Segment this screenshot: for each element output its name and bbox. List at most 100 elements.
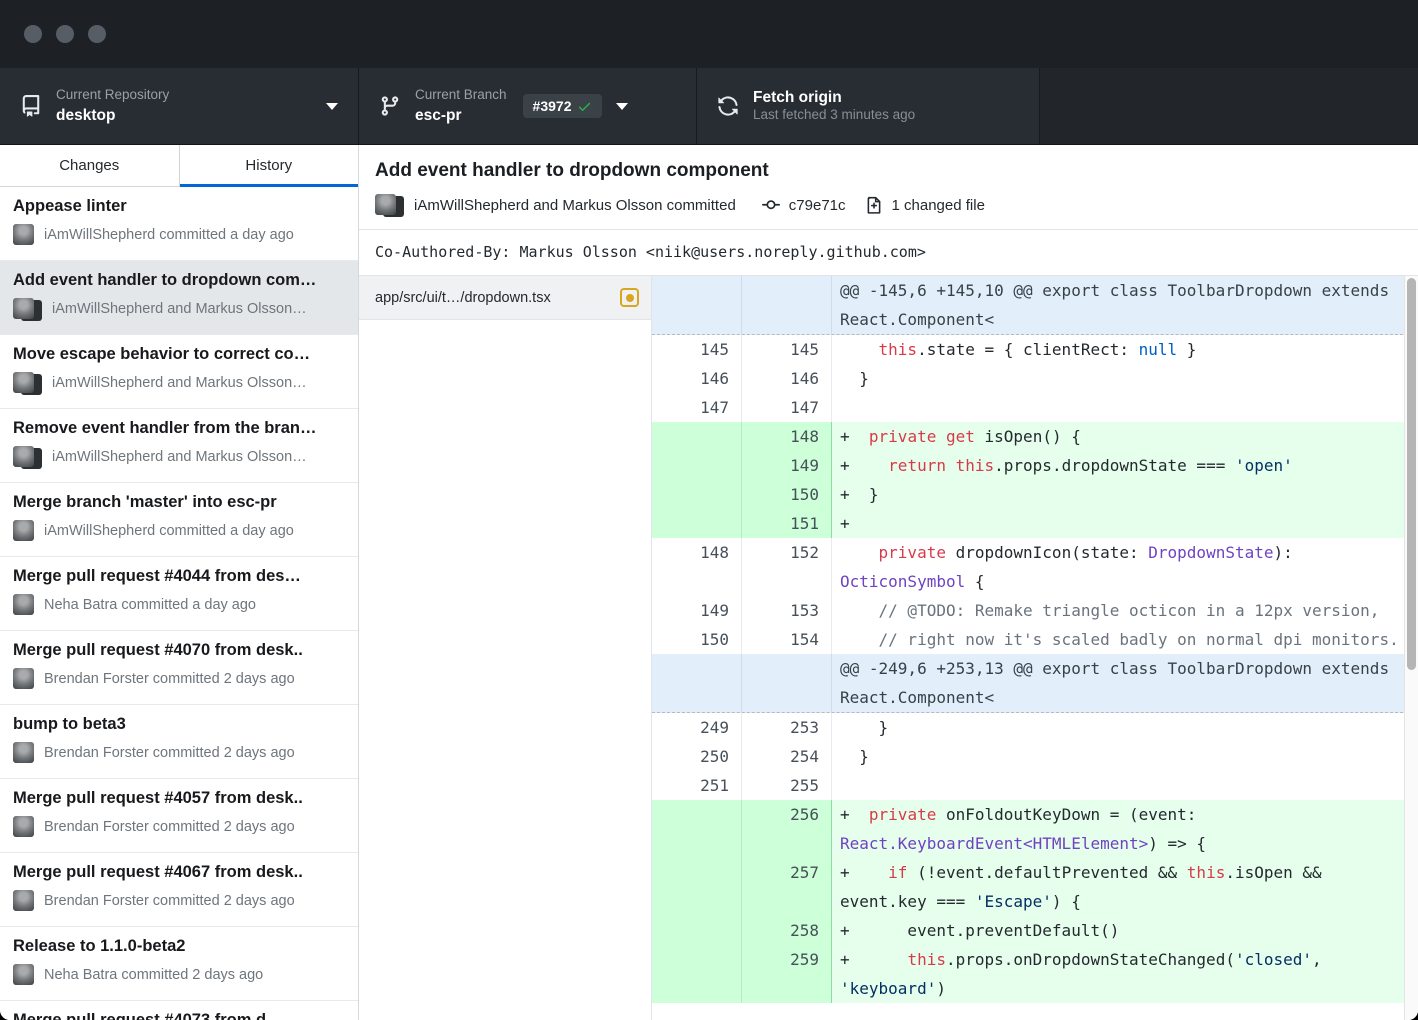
diff-code: + event.preventDefault() xyxy=(832,916,1418,945)
commit-item-title: Merge branch 'master' into esc-pr xyxy=(13,493,344,512)
commit-list-item[interactable]: Merge pull request #4067 from desk..Bren… xyxy=(0,853,358,927)
commit-item-meta: iAmWillShepherd and Markus Olsson… xyxy=(13,446,344,468)
commit-list-item[interactable]: Merge pull request #4073 from d… xyxy=(0,1001,358,1020)
new-line-number: 153 xyxy=(742,596,832,625)
commit-description: Co-Authored-By: Markus Olsson <niik@user… xyxy=(359,230,1418,276)
old-line-number xyxy=(652,276,742,334)
fetch-origin-sublabel: Last fetched 3 minutes ago xyxy=(753,107,915,124)
tab-changes[interactable]: Changes xyxy=(0,145,180,186)
current-repository-button[interactable]: Current Repository desktop xyxy=(0,68,359,144)
close-button[interactable] xyxy=(24,25,42,43)
old-line-number xyxy=(652,654,742,712)
old-line-number xyxy=(652,422,742,451)
commit-list-item[interactable]: Merge pull request #4057 from desk..Bren… xyxy=(0,779,358,853)
titlebar xyxy=(0,0,1418,68)
commit-item-byline: iAmWillShepherd and Markus Olsson… xyxy=(52,449,307,465)
commit-item-meta: Neha Batra committed a day ago xyxy=(13,594,344,616)
current-branch-value: esc-pr xyxy=(415,106,507,125)
commit-item-byline: iAmWillShepherd committed a day ago xyxy=(44,523,294,539)
old-line-number xyxy=(652,945,742,1003)
new-line-number: 257 xyxy=(742,858,832,916)
diff-line-row: 148152 private dropdownIcon(state: Dropd… xyxy=(652,538,1418,596)
modified-status-icon xyxy=(620,288,639,307)
avatar xyxy=(13,742,35,764)
commit-item-meta: iAmWillShepherd committed a day ago xyxy=(13,520,344,542)
repo-icon xyxy=(20,95,42,117)
avatar xyxy=(13,298,43,320)
diff-code: // right now it's scaled badly on normal… xyxy=(832,625,1418,654)
old-line-number: 249 xyxy=(652,713,742,742)
fullscreen-button[interactable] xyxy=(88,25,106,43)
diff-view: @@ -145,6 +145,10 @@ export class Toolba… xyxy=(652,276,1418,1020)
commit-item-title: bump to beta3 xyxy=(13,715,344,734)
new-line-number: 154 xyxy=(742,625,832,654)
diff-code: + if (!event.defaultPrevented && this.is… xyxy=(832,858,1418,916)
commit-list-item[interactable]: Move escape behavior to correct co…iAmWi… xyxy=(0,335,358,409)
commit-item-title: Merge pull request #4044 from des… xyxy=(13,567,344,586)
commit-item-meta: Brendan Forster committed 2 days ago xyxy=(13,816,344,838)
new-line-number: 255 xyxy=(742,771,832,800)
diff-code: + this.props.onDropdownStateChanged('clo… xyxy=(832,945,1418,1003)
diff-line-row: 150154 // right now it's scaled badly on… xyxy=(652,625,1418,654)
new-line-number: 253 xyxy=(742,713,832,742)
file-path: app/src/ui/t…/dropdown.tsx xyxy=(375,290,610,306)
new-line-number: 147 xyxy=(742,393,832,422)
diff-scrollbar[interactable] xyxy=(1404,276,1418,1020)
avatar xyxy=(13,224,35,246)
fetch-origin-button[interactable]: Fetch origin Last fetched 3 minutes ago xyxy=(697,68,1040,144)
check-icon xyxy=(577,99,592,114)
commit-list-item[interactable]: Add event handler to dropdown com… iAmWil… xyxy=(0,261,358,335)
file-list-item[interactable]: app/src/ui/t…/dropdown.tsx xyxy=(359,276,651,320)
old-line-number: 145 xyxy=(652,335,742,364)
commit-item-byline: Brendan Forster committed 2 days ago xyxy=(44,671,295,687)
diff-line-row: 251255 xyxy=(652,771,1418,800)
commit-detail-panel: Add event handler to dropdown component … xyxy=(359,145,1418,1020)
commit-item-title: Add event handler to dropdown com… xyxy=(13,271,344,290)
diff-scrollbar-thumb[interactable] xyxy=(1407,278,1416,670)
avatar xyxy=(13,520,35,542)
old-line-number: 148 xyxy=(652,538,742,596)
minimize-button[interactable] xyxy=(56,25,74,43)
diff-code: + return this.props.dropdownState === 'o… xyxy=(832,451,1418,480)
old-line-number xyxy=(652,858,742,916)
diff-code: + private onFoldoutKeyDown = (event: Rea… xyxy=(832,800,1418,858)
commit-item-title: Release to 1.1.0-beta2 xyxy=(13,937,344,956)
diff-hunk-row: @@ -145,6 +145,10 @@ export class Toolba… xyxy=(652,276,1418,335)
diff-code: + private get isOpen() { xyxy=(832,422,1418,451)
tab-history[interactable]: History xyxy=(180,145,359,186)
commit-item-meta: Brendan Forster committed 2 days ago xyxy=(13,890,344,912)
commit-list-item[interactable]: bump to beta3Brendan Forster committed 2… xyxy=(0,705,358,779)
diff-code: // @TODO: Remake triangle octicon in a 1… xyxy=(832,596,1418,625)
commit-header: Add event handler to dropdown component … xyxy=(359,145,1418,230)
current-branch-button[interactable]: Current Branch esc-pr #3972 xyxy=(359,68,697,144)
diff-line-row: 145145 this.state = { clientRect: null } xyxy=(652,335,1418,364)
commit-item-meta: Brendan Forster committed 2 days ago xyxy=(13,668,344,690)
diff-line-row: 249253 } xyxy=(652,713,1418,742)
commit-item-title: Merge pull request #4070 from desk.. xyxy=(13,641,344,660)
commit-item-meta: iAmWillShepherd committed a day ago xyxy=(13,224,344,246)
commit-list-item[interactable]: Remove event handler from the bran…iAmWi… xyxy=(0,409,358,483)
commit-item-byline: iAmWillShepherd and Markus Olsson… xyxy=(52,301,307,317)
diff-line-row: 149+ return this.props.dropdownState ===… xyxy=(652,451,1418,480)
diff-code: } xyxy=(832,364,1418,393)
commit-list-item[interactable]: Appease linter iAmWillShepherd committed … xyxy=(0,187,358,261)
new-line-number: 150 xyxy=(742,480,832,509)
commit-byline: iAmWillShepherd and Markus Olsson commit… xyxy=(414,197,736,214)
avatar xyxy=(13,446,43,468)
commit-title: Add event handler to dropdown component xyxy=(375,160,1402,182)
commit-list-item[interactable]: Merge branch 'master' into esc-pr iAmWill… xyxy=(0,483,358,557)
old-line-number: 150 xyxy=(652,625,742,654)
avatar xyxy=(375,194,405,216)
new-line-number: 256 xyxy=(742,800,832,858)
diff-code: } xyxy=(832,713,1418,742)
commit-list-item[interactable]: Release to 1.1.0-beta2Neha Batra committ… xyxy=(0,927,358,1001)
commit-list-item[interactable]: Merge pull request #4044 from des… Neha B… xyxy=(0,557,358,631)
sidebar-tabs: Changes History xyxy=(0,145,358,187)
commit-list-item[interactable]: Merge pull request #4070 from desk.. Bren… xyxy=(0,631,358,705)
commit-item-title: Appease linter xyxy=(13,197,344,216)
commit-item-byline: iAmWillShepherd committed a day ago xyxy=(44,227,294,243)
diff-hunk-row: @@ -249,6 +253,13 @@ export class Toolba… xyxy=(652,654,1418,713)
diff-line-row: 149153 // @TODO: Remake triangle octicon… xyxy=(652,596,1418,625)
diff-code: + } xyxy=(832,480,1418,509)
diff-line-row: 146146 } xyxy=(652,364,1418,393)
